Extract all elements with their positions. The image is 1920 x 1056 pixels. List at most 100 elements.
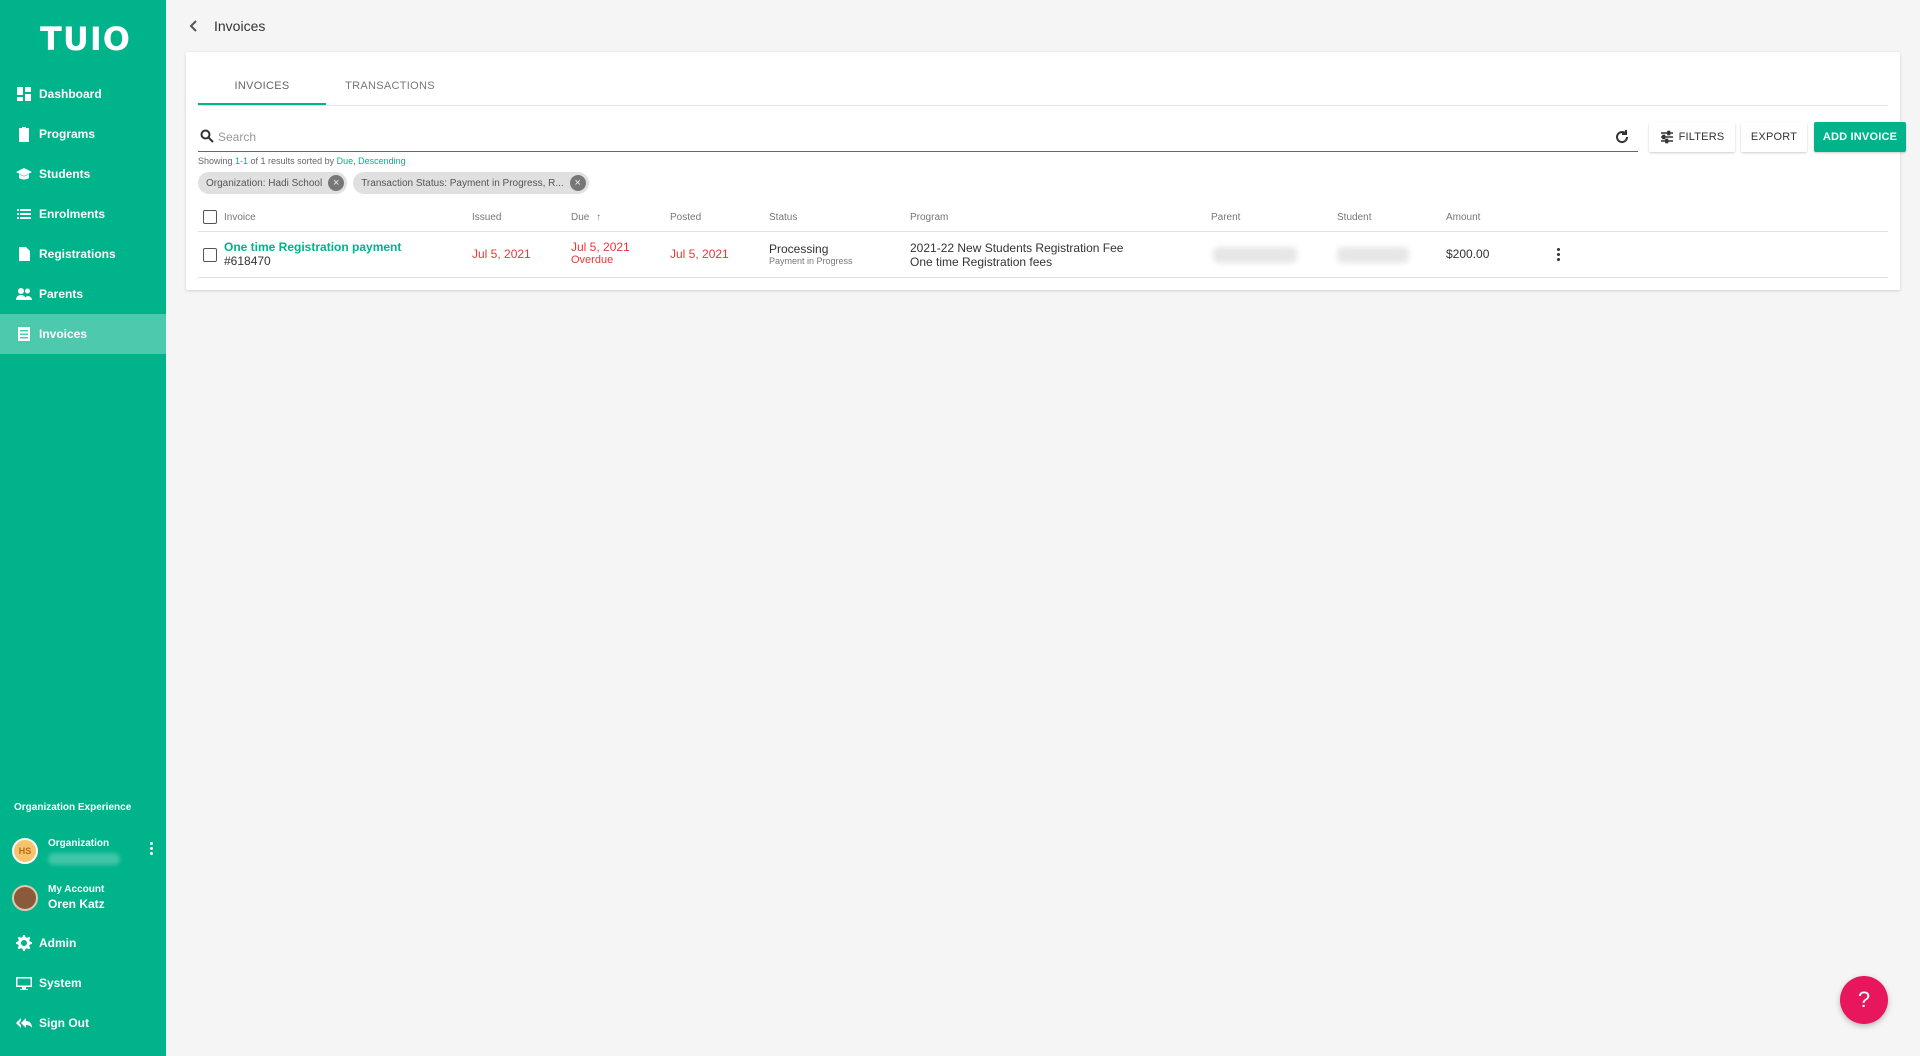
posted-date: Jul 5, 2021	[670, 247, 729, 261]
filters-label: FILTERS	[1678, 131, 1725, 143]
search-input[interactable]	[218, 129, 1598, 144]
clipboard-icon	[16, 126, 32, 142]
invoice-number: #618470	[224, 254, 271, 268]
program-name: 2021-22 New Students Registration Fee	[910, 241, 1124, 255]
program-fee: One time Registration fees	[910, 255, 1053, 269]
invoices-card: INVOICES TRANSACTIONS FILTERS EXPORT ADD…	[186, 52, 1906, 290]
sidebar-item-label: Invoices	[39, 327, 88, 341]
export-button[interactable]: EXPORT	[1741, 122, 1807, 152]
sidebar-item-registrations[interactable]: Registrations	[0, 234, 166, 274]
arrow-up-icon: ↑	[596, 212, 602, 223]
invoice-title-link[interactable]: One time Registration payment	[224, 240, 401, 254]
status-cell: Processing Payment in Progress	[769, 242, 853, 266]
account-name: Oren Katz	[48, 897, 105, 911]
sidebar-item-admin[interactable]: Admin	[0, 923, 166, 963]
sidebar-item-enrolments[interactable]: Enrolments	[0, 194, 166, 234]
monitor-icon	[16, 975, 32, 991]
sort-field-link[interactable]: Due	[337, 156, 354, 166]
column-header-due[interactable]: Due ↑	[571, 212, 601, 223]
due-date: Jul 5, 2021	[571, 240, 630, 254]
organization-switcher[interactable]: HS Organization	[12, 834, 162, 868]
sidebar-item-system[interactable]: System	[0, 963, 166, 1003]
sidebar-item-label: Sign Out	[39, 1016, 89, 1030]
due-cell: Jul 5, 2021 Overdue	[571, 240, 630, 266]
select-all-checkbox[interactable]	[203, 210, 217, 224]
filter-chip[interactable]: Transaction Status: Payment in Progress,…	[353, 172, 589, 194]
filter-chips: Organization: Hadi School × Transaction …	[198, 172, 595, 194]
results-range: 1-1	[235, 156, 249, 166]
sidebar-item-label: Dashboard	[39, 87, 102, 101]
status-text: Processing	[769, 242, 829, 256]
invoice-icon	[16, 326, 32, 342]
column-header-program[interactable]: Program	[910, 212, 948, 223]
invoice-cell: One time Registration payment #618470	[224, 240, 401, 268]
sidebar-item-students[interactable]: Students	[0, 154, 166, 194]
account-label: My Account	[48, 884, 105, 895]
issued-date: Jul 5, 2021	[472, 247, 531, 261]
tab-transactions[interactable]: TRANSACTIONS	[326, 72, 454, 105]
sidebar-nav: Dashboard Programs Students Enrolments R…	[0, 74, 166, 354]
refresh-icon[interactable]	[1614, 129, 1630, 145]
filter-chip[interactable]: Organization: Hadi School ×	[198, 172, 348, 194]
sidebar-item-dashboard[interactable]: Dashboard	[0, 74, 166, 114]
filter-chip-label: Organization: Hadi School	[206, 177, 323, 189]
close-icon[interactable]: ×	[569, 175, 586, 191]
page-title: Invoices	[214, 18, 266, 34]
search-icon	[200, 129, 216, 145]
column-header-issued[interactable]: Issued	[472, 212, 501, 223]
table-header: Invoice Issued Due ↑ Posted Status Progr…	[198, 202, 1888, 232]
row-checkbox[interactable]	[203, 248, 217, 262]
sidebar: TUIO Dashboard Programs Students Enrolme…	[0, 0, 166, 1056]
column-header-amount[interactable]: Amount	[1446, 212, 1480, 223]
results-middle: of 1 results sorted by	[248, 156, 337, 166]
reply-all-icon	[16, 1015, 32, 1031]
filters-button[interactable]: FILTERS	[1649, 122, 1735, 152]
search-row: FILTERS EXPORT ADD INVOICE	[198, 122, 1906, 152]
overdue-label: Overdue	[571, 254, 614, 266]
sort-direction-link[interactable]: Descending	[358, 156, 406, 166]
add-invoice-button[interactable]: ADD INVOICE	[1814, 122, 1906, 152]
sidebar-item-label: Parents	[39, 287, 84, 301]
sidebar-item-label: Admin	[39, 936, 77, 950]
organization-menu-icon[interactable]	[150, 842, 154, 858]
close-icon[interactable]: ×	[328, 175, 345, 191]
column-header-parent[interactable]: Parent	[1211, 212, 1240, 223]
organization-name-redacted	[48, 852, 120, 865]
column-header-due-label: Due	[571, 212, 590, 223]
results-summary: Showing 1-1 of 1 results sorted by Due, …	[198, 156, 406, 166]
parent-name-redacted	[1213, 247, 1297, 263]
sidebar-item-invoices[interactable]: Invoices	[0, 314, 166, 354]
sidebar-bottom-nav: Admin System Sign Out	[0, 923, 166, 1043]
sidebar-item-parents[interactable]: Parents	[0, 274, 166, 314]
page-header: Invoices	[186, 18, 265, 34]
amount: $200.00	[1446, 247, 1490, 261]
row-menu-icon[interactable]	[1550, 246, 1566, 262]
tab-invoices[interactable]: INVOICES	[198, 72, 326, 105]
dashboard-icon	[16, 86, 32, 102]
sidebar-item-label: Enrolments	[39, 207, 106, 221]
column-header-invoice[interactable]: Invoice	[224, 212, 256, 223]
sidebar-item-label: Students	[39, 167, 91, 181]
program-cell: 2021-22 New Students Registration Fee On…	[910, 241, 1123, 269]
graduation-cap-icon	[16, 166, 32, 182]
sidebar-item-label: Registrations	[39, 247, 116, 261]
sidebar-item-programs[interactable]: Programs	[0, 114, 166, 154]
avatar	[12, 884, 38, 911]
org-experience-label: Organization Experience	[14, 802, 132, 813]
chevron-left-icon[interactable]	[186, 18, 202, 34]
column-header-status[interactable]: Status	[769, 212, 797, 223]
column-header-student[interactable]: Student	[1337, 212, 1371, 223]
sidebar-item-sign-out[interactable]: Sign Out	[0, 1003, 166, 1043]
tune-icon	[1660, 130, 1673, 144]
sidebar-item-label: Programs	[39, 127, 96, 141]
gear-icon	[16, 935, 32, 951]
table-row[interactable]: One time Registration payment #618470 Ju…	[198, 232, 1888, 278]
my-account[interactable]: My Account Oren Katz	[12, 884, 105, 911]
sidebar-item-label: System	[39, 976, 82, 990]
tuio-logo[interactable]: TUIO	[40, 20, 130, 58]
results-prefix: Showing	[198, 156, 236, 166]
document-icon	[16, 246, 32, 262]
filter-chip-label: Transaction Status: Payment in Progress,…	[361, 177, 564, 189]
column-header-posted[interactable]: Posted	[670, 212, 701, 223]
help-button[interactable]: ?	[1840, 976, 1888, 1024]
